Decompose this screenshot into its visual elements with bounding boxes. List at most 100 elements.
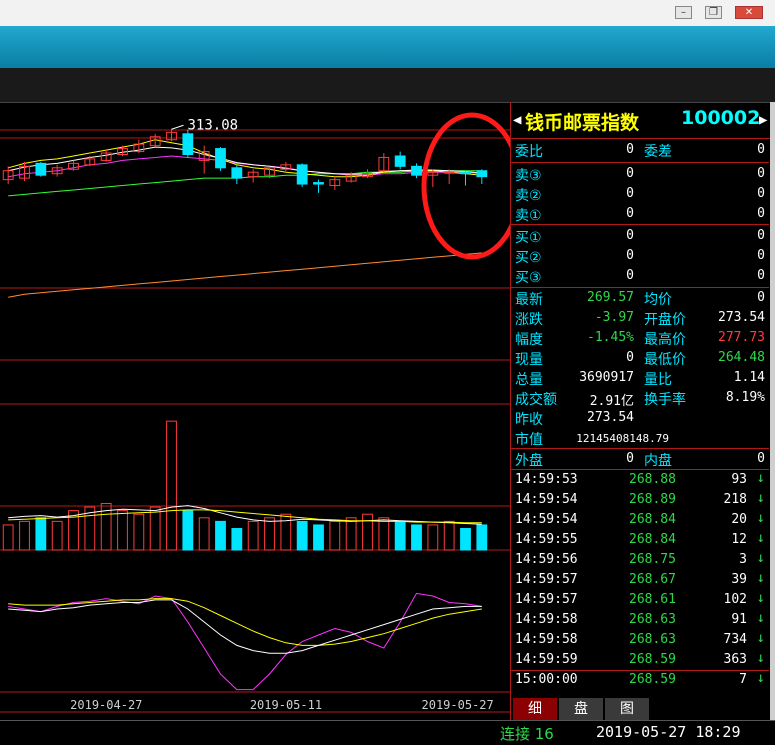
prev-arrow-icon[interactable]: ◀ <box>513 112 521 128</box>
stat-row: 最新 269.57 均价 0 <box>511 288 769 308</box>
tick-row: 15:00:00 268.59 7 ↓ <box>511 670 769 690</box>
stat-row: 总量 3690917 量比 1.14 <box>511 368 769 388</box>
osc-k-line <box>8 599 482 654</box>
volume-bar <box>182 510 194 551</box>
security-name: 钱币邮票指数 <box>525 112 640 134</box>
volume-bar <box>313 524 324 551</box>
tick-volume: 7 <box>739 672 747 687</box>
candle-body <box>443 171 455 174</box>
level-price: 0 <box>626 228 634 243</box>
volume-bar <box>19 520 30 551</box>
next-arrow-icon[interactable]: ▶ <box>759 112 767 128</box>
tick-row: 14:59:58 268.63 734 ↓ <box>511 630 769 650</box>
tick-row: 14:59:53 268.88 93 ↓ <box>511 470 769 490</box>
tick-volume: 734 <box>723 632 747 647</box>
tick-volume: 218 <box>723 492 747 507</box>
volume-bar <box>117 510 128 551</box>
level-volume: 0 <box>757 268 765 283</box>
volume-bar <box>231 528 243 551</box>
kline-chart[interactable]: 313.08 2019-04-27 2019-05-11 2019-05-27 <box>0 102 510 720</box>
tick-volume: 91 <box>731 612 747 627</box>
stat-value: 3690917 <box>579 370 634 385</box>
volume-bar <box>443 520 455 551</box>
level-volume: 0 <box>757 166 765 181</box>
minimize-button[interactable]: – <box>675 6 692 19</box>
down-arrow-icon: ↓ <box>756 670 765 686</box>
stat-value: 269.57 <box>587 290 634 305</box>
x-date-label: 2019-04-27 <box>70 698 142 712</box>
stat-label: 幅度 <box>515 332 543 348</box>
stat-label: 均价 <box>644 292 672 308</box>
volume-bar <box>264 517 275 551</box>
high-label: 313.08 <box>188 117 239 133</box>
tick-volume: 3 <box>739 552 747 567</box>
stat-value: 1.14 <box>733 370 765 385</box>
tab-detail[interactable]: 细 <box>513 698 557 720</box>
candle-body <box>182 133 194 155</box>
level-price: 0 <box>626 206 634 221</box>
stat-value: 2.91亿 <box>589 394 634 409</box>
tab-orderbook[interactable]: 盘 <box>559 698 603 720</box>
stat-value: 8.19% <box>725 390 765 405</box>
tick-time: 14:59:57 <box>515 572 578 587</box>
stat-row: 涨跌 -3.97 开盘价 273.54 <box>511 308 769 328</box>
weibi-row: 委比 0 委差 0 <box>511 140 769 160</box>
stat-label: 换手率 <box>644 392 686 408</box>
security-code: 100002 <box>681 107 761 129</box>
down-arrow-icon: ↓ <box>756 650 765 666</box>
down-arrow-icon: ↓ <box>756 470 765 486</box>
stat-label: 量比 <box>644 372 672 388</box>
tick-volume: 102 <box>723 592 747 607</box>
tick-price: 268.89 <box>629 492 676 507</box>
outer-inner-row: 外盘 0 内盘 0 <box>511 449 769 469</box>
tick-price: 268.59 <box>629 672 676 687</box>
stat-value: 0 <box>757 290 765 305</box>
volume-bar <box>411 524 422 551</box>
x-date-label: 2019-05-11 <box>250 698 322 712</box>
quote-panel: ◀ 钱币邮票指数 100002 ▶ 委比 0 委差 0 卖③ 0 0 卖② 0 0 卖① 0 0… <box>510 102 771 720</box>
tick-time: 14:59:55 <box>515 532 578 547</box>
candle-body <box>296 164 308 185</box>
high-pointer <box>171 124 184 130</box>
stat-value: 273.54 <box>587 410 634 425</box>
down-arrow-icon: ↓ <box>756 610 765 626</box>
volume-bar <box>329 520 341 551</box>
tick-row: 14:59:57 268.61 102 ↓ <box>511 590 769 610</box>
volume-bar <box>427 524 439 551</box>
level-label: 卖② <box>515 188 542 204</box>
ma-white-line <box>8 146 482 175</box>
volume-bar <box>460 528 471 551</box>
outer-label: 外盘 <box>515 453 543 469</box>
tick-time: 14:59:56 <box>515 552 578 567</box>
level-label: 买② <box>515 250 542 266</box>
down-arrow-icon: ↓ <box>756 510 765 526</box>
level-label: 卖① <box>515 208 542 224</box>
level-price: 0 <box>626 248 634 263</box>
restore-button[interactable]: ❐ <box>705 6 722 19</box>
volume-bar <box>51 520 63 551</box>
scrollbar[interactable] <box>770 102 775 720</box>
stat-value: 0 <box>626 350 634 365</box>
stat-value: -1.45% <box>587 330 634 345</box>
volume-bar <box>296 520 308 551</box>
inner-value: 0 <box>757 451 765 466</box>
volume-bar <box>133 513 145 551</box>
ma5-line <box>8 139 482 178</box>
bid-row: 买② 0 0 <box>511 246 769 266</box>
stat-row: 市值 12145408148.79 <box>511 428 769 448</box>
window-titlebar: – ❐ ✕ <box>0 0 775 27</box>
toolbar-strip <box>0 68 775 103</box>
close-button[interactable]: ✕ <box>735 6 763 19</box>
level-label: 买③ <box>515 270 542 286</box>
connection-status: 连接 16 <box>500 725 554 743</box>
ask-row: 卖① 0 0 <box>511 204 769 224</box>
tick-volume: 20 <box>731 512 747 527</box>
down-arrow-icon: ↓ <box>756 630 765 646</box>
stat-row: 成交额 2.91亿 换手率 8.19% <box>511 388 769 409</box>
tick-time: 14:59:53 <box>515 472 578 487</box>
tab-chart[interactable]: 图 <box>605 698 649 720</box>
tick-row: 14:59:56 268.75 3 ↓ <box>511 550 769 570</box>
volume-bar <box>215 520 226 551</box>
volume-bar <box>345 517 357 551</box>
tick-price: 268.84 <box>629 512 676 527</box>
